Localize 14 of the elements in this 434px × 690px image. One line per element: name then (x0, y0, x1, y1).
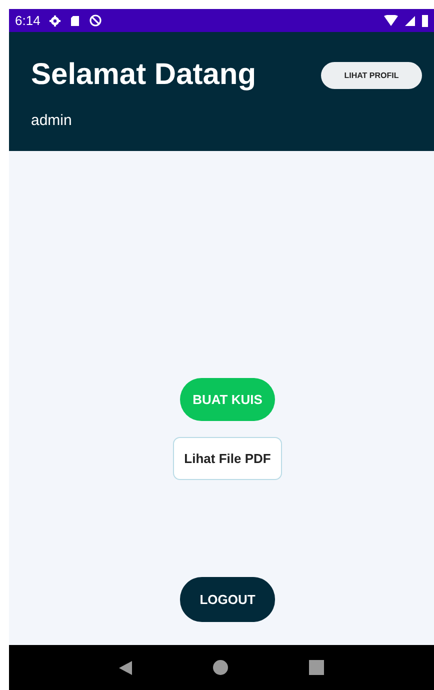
view-pdf-button[interactable]: Lihat File PDF (173, 437, 282, 480)
username-label: admin (31, 112, 72, 129)
back-icon[interactable] (119, 660, 134, 674)
status-time: 6:14 (15, 13, 40, 28)
blocked-circle-icon (89, 14, 102, 27)
page-title: Selamat Datang (31, 58, 256, 92)
logout-button[interactable]: LOGOUT (180, 577, 275, 622)
home-icon[interactable] (213, 660, 228, 675)
sd-card-icon (70, 14, 80, 26)
view-profile-button[interactable]: LIHAT PROFIL (321, 62, 422, 88)
wifi-icon (384, 15, 398, 26)
recents-icon[interactable] (308, 660, 324, 675)
battery-icon (422, 14, 428, 26)
signal-icon (405, 16, 415, 26)
